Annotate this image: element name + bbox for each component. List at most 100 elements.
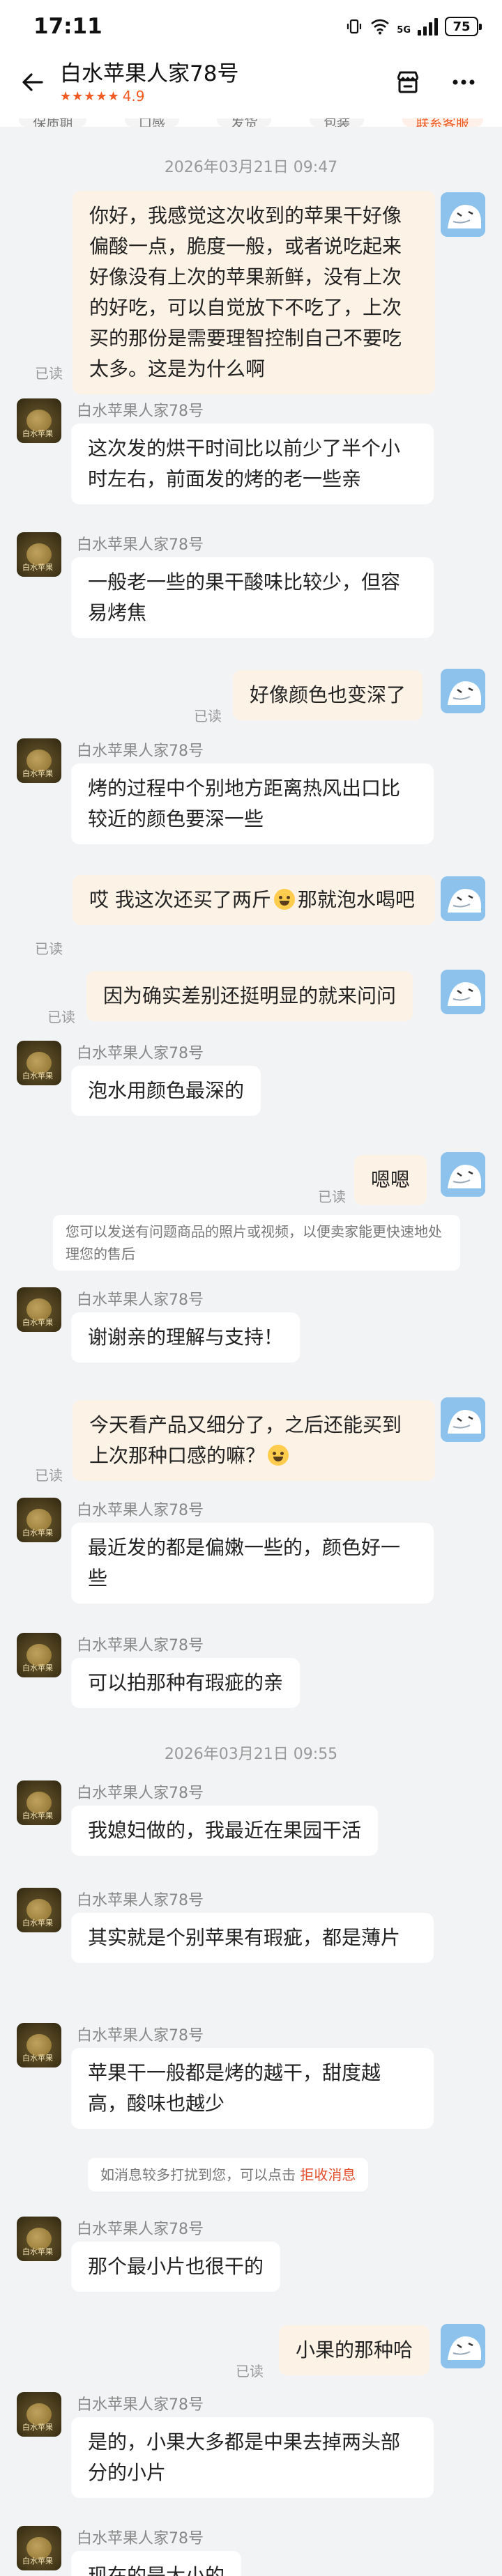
shop-avatar[interactable]: 白水苹果 — [17, 2217, 61, 2261]
status-time: 17:11 — [33, 14, 102, 39]
shop-avatar[interactable]: 白水苹果 — [17, 738, 61, 783]
message-bubble-self[interactable]: 嗯嗯 — [354, 1155, 427, 1205]
wifi-icon — [371, 19, 390, 35]
vibrate-icon — [347, 19, 362, 34]
self-avatar[interactable] — [441, 669, 485, 713]
network-type: 5G — [397, 25, 411, 36]
message-text: 那就泡水喝吧 — [297, 888, 415, 911]
sender-name: 白水苹果人家78号 — [77, 2027, 204, 2044]
signal-icon — [418, 17, 438, 36]
message-bubble-self[interactable]: 好像颜色也变深了 — [233, 670, 423, 720]
back-button[interactable] — [15, 65, 50, 100]
read-status: 已读 — [236, 2363, 264, 2380]
message-bubble-self[interactable]: 今天看产品又细分了，之后还能买到上次那种口感的嘛？ — [73, 1400, 435, 1481]
sender-name: 白水苹果人家78号 — [77, 2221, 204, 2238]
grimacing-emoji-icon — [268, 1445, 289, 1466]
shop-avatar[interactable]: 白水苹果 — [17, 1287, 61, 1332]
self-avatar[interactable] — [441, 192, 485, 237]
more-icon — [452, 79, 475, 85]
quick-tab[interactable]: 发货 — [217, 118, 272, 127]
user-avatar-icon — [441, 1397, 485, 1442]
shop-title-box[interactable]: 白水苹果人家78号 ★★★★★ 4.9 — [60, 60, 371, 104]
time-separator: 2026年03月21日 09:55 — [164, 1746, 338, 1763]
quick-question-bar: 保质期 口感 发货 包装 联系客服 — [0, 111, 502, 127]
system-icons: 5G 75 — [345, 17, 482, 36]
shop-avatar[interactable]: 白水苹果 — [17, 2526, 61, 2570]
sender-name: 白水苹果人家78号 — [77, 2396, 204, 2414]
message-bubble-shop[interactable]: 最近发的都是偏嫩一些的，颜色好一些 — [71, 1523, 434, 1604]
self-avatar[interactable] — [441, 1397, 485, 1442]
quick-tab[interactable]: 保质期 — [19, 118, 87, 127]
battery-level: 75 — [452, 19, 471, 34]
user-avatar-icon — [441, 1152, 485, 1197]
system-notice: 如消息较多打扰到您，可以点击 拒收消息 — [88, 2158, 369, 2191]
shop-avatar[interactable]: 白水苹果 — [17, 1780, 61, 1825]
message-bubble-shop[interactable]: 可以拍那种有瑕疵的亲 — [71, 1658, 301, 1708]
message-bubble-shop[interactable]: 其实就是个别苹果有瑕疵，都是薄片 — [71, 1913, 434, 1963]
sender-name: 白水苹果人家78号 — [77, 1291, 204, 1309]
battery-icon: 75 — [445, 17, 482, 36]
system-notice-text: 如消息较多打扰到您，可以点击 — [100, 2166, 296, 2183]
reject-messages-link[interactable]: 拒收消息 — [300, 2166, 356, 2183]
read-status: 已读 — [318, 1188, 346, 1205]
message-bubble-shop[interactable]: 这次发的烘干时间比以前少了半个小时左右，前面发的烤的老一些亲 — [71, 424, 434, 504]
sender-name: 白水苹果人家78号 — [77, 1892, 204, 1909]
store-button[interactable] — [389, 63, 427, 101]
message-bubble-shop[interactable]: 是的，小果大多都是中果去掉两头部分的小片 — [71, 2417, 434, 2498]
self-avatar[interactable] — [441, 1152, 485, 1197]
quick-tab-customer-service[interactable]: 联系客服 — [402, 118, 483, 127]
read-status: 已读 — [194, 708, 222, 724]
shop-avatar[interactable]: 白水苹果 — [17, 2023, 61, 2067]
sender-name: 白水苹果人家78号 — [77, 403, 204, 420]
message-bubble-self[interactable]: 小果的那种哈 — [279, 2325, 430, 2375]
arrow-left-icon — [22, 73, 43, 91]
chat-header: 白水苹果人家78号 ★★★★★ 4.9 — [0, 53, 502, 111]
shop-avatar[interactable]: 白水苹果 — [17, 398, 61, 443]
message-bubble-self[interactable]: 因为确实差别还挺明显的就来问问 — [86, 971, 413, 1021]
self-avatar[interactable] — [441, 2324, 485, 2368]
self-avatar[interactable] — [441, 970, 485, 1014]
store-icon — [397, 71, 419, 93]
read-status: 已读 — [35, 1467, 63, 1484]
user-avatar-icon — [441, 2324, 485, 2368]
message-bubble-shop[interactable]: 烤的过程中个别地方距离热风出口比较近的颜色要深一些 — [71, 763, 434, 844]
rating-score: 4.9 — [122, 88, 145, 104]
shop-name: 白水苹果人家78号 — [60, 61, 239, 86]
message-bubble-self[interactable]: 你好，我感觉这次收到的苹果干好像偏酸一点，脆度一般，或者说吃起来好像没有上次的苹… — [73, 191, 435, 394]
message-bubble-shop[interactable]: 现在的是大小的 — [71, 2551, 242, 2576]
shop-rating: ★★★★★ 4.9 — [60, 88, 371, 104]
read-status: 已读 — [35, 365, 63, 382]
message-bubble-shop[interactable]: 苹果干一般都是烤的越干，甜度越高，酸味也越少 — [71, 2048, 434, 2129]
sender-name: 白水苹果人家78号 — [77, 1502, 204, 1519]
message-bubble-shop[interactable]: 那个最小片也很干的 — [71, 2242, 281, 2292]
shop-avatar[interactable]: 白水苹果 — [17, 1498, 61, 1542]
grinning-emoji-icon — [273, 889, 295, 910]
shop-avatar[interactable]: 白水苹果 — [17, 1888, 61, 1932]
sender-name: 白水苹果人家78号 — [77, 1785, 204, 1802]
quick-tab[interactable]: 口感 — [124, 118, 179, 127]
status-bar: 17:11 5G 75 — [0, 0, 502, 53]
shop-avatar[interactable]: 白水苹果 — [17, 1041, 61, 1085]
quick-tab[interactable]: 包装 — [310, 118, 365, 127]
message-bubble-self[interactable]: 哎 我这次还买了两斤 那就泡水喝吧 — [73, 875, 435, 925]
message-bubble-shop[interactable]: 一般老一些的果干酸味比较少，但容易烤焦 — [71, 557, 434, 638]
shop-avatar[interactable]: 白水苹果 — [17, 532, 61, 577]
sender-name: 白水苹果人家78号 — [77, 1637, 204, 1654]
sender-name: 白水苹果人家78号 — [77, 1045, 204, 1062]
self-avatar[interactable] — [441, 876, 485, 921]
message-bubble-shop[interactable]: 我媳妇做的，我最近在果园干活 — [71, 1806, 379, 1856]
message-text: 哎 我这次还买了两斤 — [89, 888, 271, 911]
sender-name: 白水苹果人家78号 — [77, 743, 204, 760]
system-notice: 您可以发送有问题商品的照片或视频，以便卖家能更快速地处理您的售后 — [53, 1215, 460, 1271]
user-avatar-icon — [441, 876, 485, 921]
sender-name: 白水苹果人家78号 — [77, 536, 204, 554]
more-button[interactable] — [445, 63, 482, 101]
message-bubble-shop[interactable]: 谢谢亲的理解与支持！ — [71, 1312, 301, 1363]
shop-avatar[interactable]: 白水苹果 — [17, 2392, 61, 2437]
shop-avatar[interactable]: 白水苹果 — [17, 1633, 61, 1677]
star-icons: ★★★★★ — [60, 88, 120, 104]
user-avatar-icon — [441, 970, 485, 1014]
user-avatar-icon — [441, 669, 485, 713]
user-avatar-icon — [441, 192, 485, 237]
message-bubble-shop[interactable]: 泡水用颜色最深的 — [71, 1066, 261, 1116]
